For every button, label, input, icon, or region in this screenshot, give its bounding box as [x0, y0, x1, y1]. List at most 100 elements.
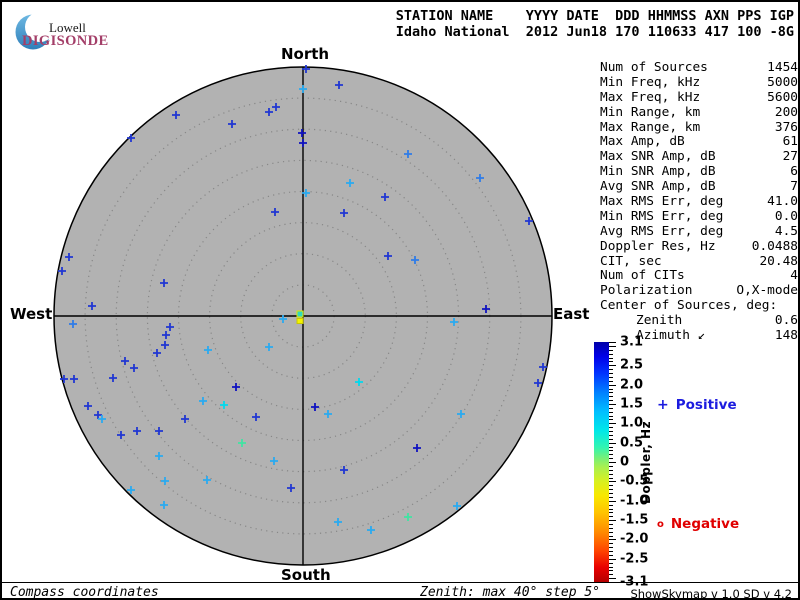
colorbar-minor-tick [609, 369, 613, 371]
stat-row: Max Range, km 376 [592, 119, 798, 136]
stat-value: 27 [782, 149, 798, 165]
stat-value: 1454 [767, 60, 798, 75]
showskymap-window: Lowell DIGISONDE STATION NAME YYYY DATE … [0, 0, 800, 600]
colorbar-minor-tick [609, 357, 613, 359]
colorbar-minor-tick [609, 531, 613, 533]
legend-negative-label: Negative [670, 516, 740, 532]
legend-negative: o Negative [657, 516, 739, 532]
colorbar-minor-tick [609, 407, 613, 409]
colorbar-minor-tick [609, 411, 613, 413]
stat-row: Num of Sources 1454 [592, 60, 798, 76]
colorbar-minor-tick [609, 493, 613, 494]
stat-label: Min RMS Err, deg [600, 208, 724, 224]
stat-value: 0.0 [774, 208, 798, 224]
colorbar-tick-label: -2.5 [620, 551, 649, 567]
stat-row: Max SNR Amp, dB 27 [592, 149, 798, 165]
stat-label: Center of Sources, deg: [600, 298, 778, 314]
colorbar-minor-tick [609, 496, 613, 498]
colorbar-minor-tick [609, 516, 613, 518]
compass-label-east: East [553, 305, 590, 323]
colorbar-minor-tick [609, 373, 613, 374]
colorbar-minor-tick [609, 353, 613, 355]
colorbar-minor-tick [609, 554, 613, 556]
colorbar-major-tick [609, 423, 616, 425]
stat-label: Avg RMS Err, deg [600, 223, 724, 239]
colorbar-major-tick [609, 481, 616, 483]
colorbar-minor-tick [609, 396, 613, 398]
stat-row: Avg SNR Amp, dB 7 [592, 179, 798, 195]
stat-label: Avg SNR Amp, dB [600, 179, 716, 195]
colorbar-minor-tick [609, 543, 613, 545]
stat-value: 20.48 [759, 253, 798, 269]
colorbar-minor-tick [609, 431, 613, 432]
colorbar-axis-title: Doppler, Hz [639, 420, 653, 504]
colorbar-minor-tick [609, 570, 613, 572]
stat-value: 6 [790, 164, 798, 180]
colorbar-minor-tick [609, 551, 613, 552]
stat-row: Max Amp, dB 61 [592, 135, 798, 150]
colorbar-minor-tick [609, 450, 613, 452]
stat-row: Polarization O,X-mode [592, 283, 798, 299]
stat-value: 7 [790, 179, 798, 195]
colorbar-minor-tick [609, 477, 613, 479]
colorbar-minor-tick [609, 388, 613, 390]
colorbar-major-tick [609, 462, 616, 463]
stat-label: Zenith [636, 313, 683, 329]
stat-value: 5600 [767, 89, 798, 105]
stat-row: Doppler Res, Hz 0.0488 [592, 238, 798, 255]
compass-label-west: West [10, 305, 53, 323]
stat-value: O,X-mode [736, 283, 798, 299]
footer-divider [2, 582, 798, 583]
colorbar-minor-tick [609, 392, 613, 394]
footer-zenith-scale-note: Zenith: max 40° step 5° [420, 585, 601, 600]
stat-value: 0.6 [774, 313, 798, 329]
colorbar-minor-tick [609, 469, 613, 471]
colorbar-major-tick [609, 558, 616, 560]
stat-value: 41.0 [767, 194, 798, 210]
colorbar-minor-tick [609, 376, 613, 378]
stat-row: Max RMS Err, deg 41.0 [592, 194, 798, 210]
footer-version-info: ShowSkymap v 1.0 SD v 4.2 [630, 587, 792, 600]
stat-label: Max Range, km [600, 119, 701, 135]
stat-row: CIT, sec 20.48 [592, 253, 798, 270]
stat-row: Min SNR Amp, dB 6 [592, 164, 798, 180]
colorbar-major-tick [609, 342, 616, 343]
center-of-sources-marker [296, 310, 304, 324]
colorbar-minor-tick [609, 535, 613, 537]
colorbar-tick-label: 2.5 [620, 357, 644, 373]
compass-label-north: North [281, 45, 330, 63]
stat-label: Max RMS Err, deg [600, 194, 724, 210]
stat-row: Center of Sources, deg: [592, 298, 798, 314]
stats-panel: Num of Sources 1454 Min Freq, kHz 5000 Max F… [592, 60, 798, 344]
stat-row: Max Freq, kHz 5600 [592, 89, 798, 106]
stat-value: 61 [782, 134, 798, 150]
center-source-square [296, 318, 304, 324]
stat-value: 5000 [767, 74, 798, 90]
colorbar-minor-tick [609, 485, 613, 487]
colorbar-minor-tick [609, 434, 613, 436]
colorbar-minor-tick [609, 427, 613, 429]
center-source-square [296, 310, 304, 318]
colorbar-minor-tick [609, 473, 613, 475]
stat-value: 200 [774, 104, 798, 120]
colorbar-major-tick [609, 384, 616, 386]
colorbar-minor-tick [609, 361, 613, 363]
stat-label: Min Range, km [600, 104, 701, 120]
legend-positive: + Positive [657, 397, 737, 413]
colorbar-minor-tick [609, 512, 613, 514]
colorbar-minor-tick [609, 458, 613, 460]
stat-value: 4.5 [774, 223, 798, 239]
colorbar-minor-tick [609, 454, 613, 456]
colorbar-minor-tick [609, 566, 613, 568]
stat-row: Zenith 0.6 [592, 313, 798, 329]
stat-value: 0.0488 [751, 238, 798, 254]
colorbar-major-tick [609, 500, 616, 502]
stat-value: 376 [774, 119, 798, 135]
circle-marker-icon: o [657, 518, 664, 530]
colorbar-minor-tick [609, 504, 613, 506]
stat-label: Max Amp, dB [600, 134, 685, 150]
colorbar-minor-tick [609, 415, 613, 417]
stat-label: Min SNR Amp, dB [600, 164, 716, 180]
colorbar-minor-tick [609, 349, 613, 351]
colorbar-minor-tick [609, 562, 613, 564]
